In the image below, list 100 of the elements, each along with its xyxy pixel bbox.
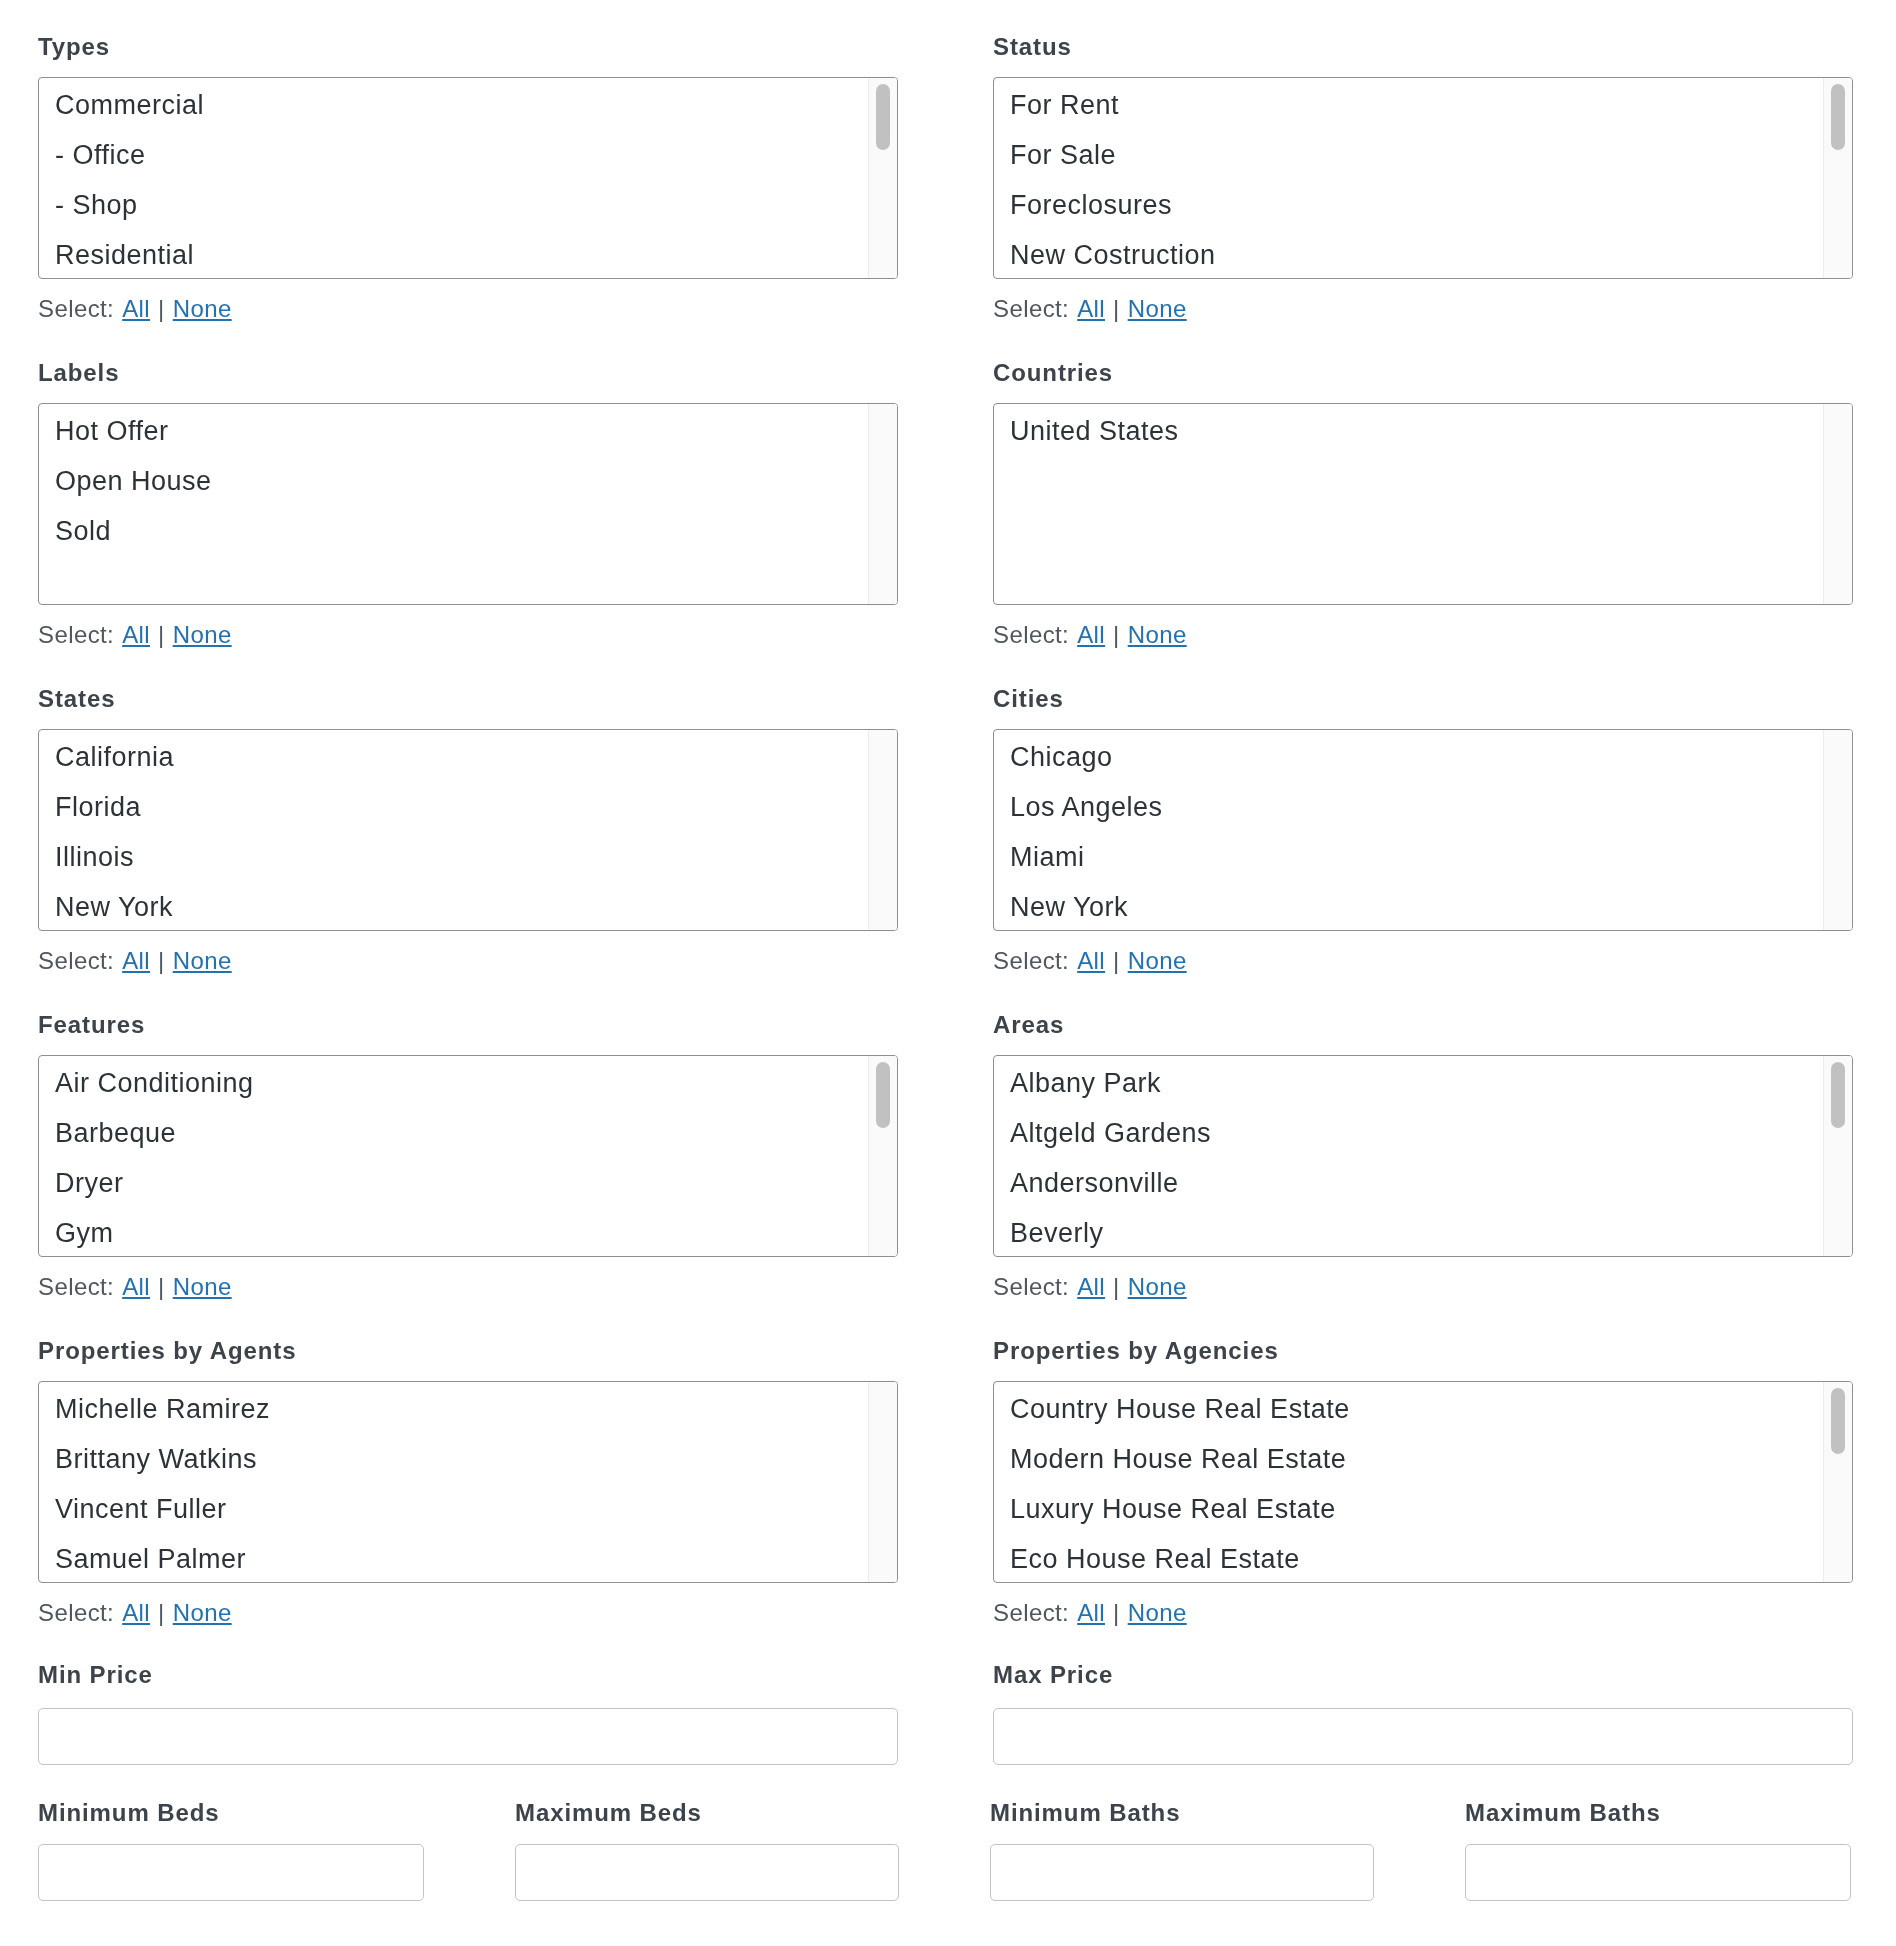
number-input[interactable] [38,1844,424,1901]
number-input[interactable] [1465,1844,1851,1901]
list-option[interactable]: Eco House Real Estate [994,1534,1823,1582]
field-label: Countries [993,359,1115,387]
select-label: Select: [993,1599,1070,1627]
select-all-link[interactable]: All [1077,1273,1106,1301]
list-option[interactable]: New York [994,882,1823,930]
list-option[interactable]: Open House [39,456,868,506]
field-label: States [38,685,117,713]
select-all-link[interactable]: All [1077,295,1106,323]
list-option[interactable]: Air Conditioning [39,1058,868,1108]
list-option[interactable]: Albany Park [994,1058,1823,1108]
list-option[interactable]: Brittany Watkins [39,1434,868,1484]
number-input[interactable] [515,1844,899,1901]
list-option[interactable]: Sold [39,506,868,556]
list-option[interactable]: Foreclosures [994,180,1823,230]
list-option[interactable]: Residential [39,230,868,278]
select-all-link[interactable]: All [1077,621,1106,649]
select-none-link[interactable]: None [1127,295,1187,323]
list-option[interactable]: Hot Offer [39,406,868,456]
select-all-link[interactable]: All [122,295,151,323]
select-none-link[interactable]: None [1127,947,1187,975]
price-input[interactable] [38,1708,898,1765]
scrollbar-thumb[interactable] [1831,84,1845,150]
list-option[interactable]: - Shop [39,180,868,230]
list-option[interactable]: Michelle Ramirez [39,1384,868,1434]
select-none-link[interactable]: None [172,1273,232,1301]
list-box[interactable]: Hot Offer Open House Sold [38,403,898,605]
list-option[interactable]: United States [994,406,1823,456]
select-label: Select: [38,295,115,323]
list-option[interactable]: Gym [39,1208,868,1256]
list-box[interactable]: For Rent For Sale Foreclosures New Costruction [993,77,1853,279]
list-option[interactable]: Dryer [39,1158,868,1208]
list-box[interactable]: Commercial - Office - Shop Residential [38,77,898,279]
separator-text: | [158,947,165,975]
select-all-link[interactable]: All [122,1599,151,1627]
list-box[interactable]: California Florida Illinois New York [38,729,898,931]
list-option[interactable]: Florida [39,782,868,832]
select-all-link[interactable]: All [1077,1599,1106,1627]
select-none-link[interactable]: None [1127,1599,1187,1627]
field-label: Status [993,33,1073,61]
price-input[interactable] [993,1708,1853,1765]
select-all-link[interactable]: All [1077,947,1106,975]
select-none-link[interactable]: None [172,947,232,975]
list-option[interactable]: Altgeld Gardens [994,1108,1823,1158]
select-label: Select: [993,621,1070,649]
list-option[interactable]: Barbeque [39,1108,868,1158]
field-label: Maximum Beds [515,1799,703,1827]
list-box[interactable]: United States [993,403,1853,605]
separator-text: | [1113,621,1120,649]
list-option[interactable]: For Rent [994,80,1823,130]
list-box[interactable]: Chicago Los Angeles Miami New York [993,729,1853,931]
field-label: Maximum Baths [1465,1799,1662,1827]
field-label: Max Price [993,1661,1115,1689]
field-label: Minimum Baths [990,1799,1182,1827]
list-box[interactable]: Country House Real Estate Modern House Real Estate Luxury House Real Estate Eco House Real Estate [993,1381,1853,1583]
scrollbar-thumb[interactable] [876,84,890,150]
list-option[interactable]: Andersonville [994,1158,1823,1208]
select-none-link[interactable]: None [172,621,232,649]
select-label: Select: [38,1273,115,1301]
list-option[interactable]: Country House Real Estate [994,1384,1823,1434]
field-label: Areas [993,1011,1066,1039]
field-label: Minimum Beds [38,1799,221,1827]
select-all-link[interactable]: All [122,1273,151,1301]
list-option[interactable]: Chicago [994,732,1823,782]
list-option[interactable]: Beverly [994,1208,1823,1256]
list-option[interactable]: California [39,732,868,782]
scrollbar-thumb[interactable] [1831,1062,1845,1128]
list-option[interactable]: Miami [994,832,1823,882]
number-input[interactable] [990,1844,1374,1901]
list-option[interactable]: Commercial [39,80,868,130]
list-option[interactable]: Vincent Fuller [39,1484,868,1534]
select-none-link[interactable]: None [1127,621,1187,649]
select-none-link[interactable]: None [172,295,232,323]
list-option[interactable]: Luxury House Real Estate [994,1484,1823,1534]
list-box[interactable]: Air Conditioning Barbeque Dryer Gym [38,1055,898,1257]
list-option[interactable]: - Office [39,130,868,180]
scrollbar-thumb[interactable] [876,1062,890,1128]
select-label: Select: [38,947,115,975]
separator-text: | [158,1273,165,1301]
separator-text: | [1113,947,1120,975]
list-option[interactable]: New Costruction [994,230,1823,278]
list-box[interactable]: Michelle Ramirez Brittany Watkins Vincent Fuller Samuel Palmer [38,1381,898,1583]
separator-text: | [1113,1273,1120,1301]
list-option[interactable]: New York [39,882,868,930]
list-option[interactable]: Illinois [39,832,868,882]
field-label: Cities [993,685,1065,713]
select-label: Select: [38,621,115,649]
select-all-link[interactable]: All [122,947,151,975]
separator-text: | [1113,295,1120,323]
select-all-link[interactable]: All [122,621,151,649]
list-option[interactable]: Samuel Palmer [39,1534,868,1582]
list-option[interactable]: Modern House Real Estate [994,1434,1823,1484]
list-option[interactable]: Los Angeles [994,782,1823,832]
list-option[interactable]: For Sale [994,130,1823,180]
list-box[interactable]: Albany Park Altgeld Gardens Andersonville Beverly [993,1055,1853,1257]
select-none-link[interactable]: None [172,1599,232,1627]
field-label: Properties by Agents [38,1337,298,1365]
select-none-link[interactable]: None [1127,1273,1187,1301]
scrollbar-thumb[interactable] [1831,1388,1845,1454]
